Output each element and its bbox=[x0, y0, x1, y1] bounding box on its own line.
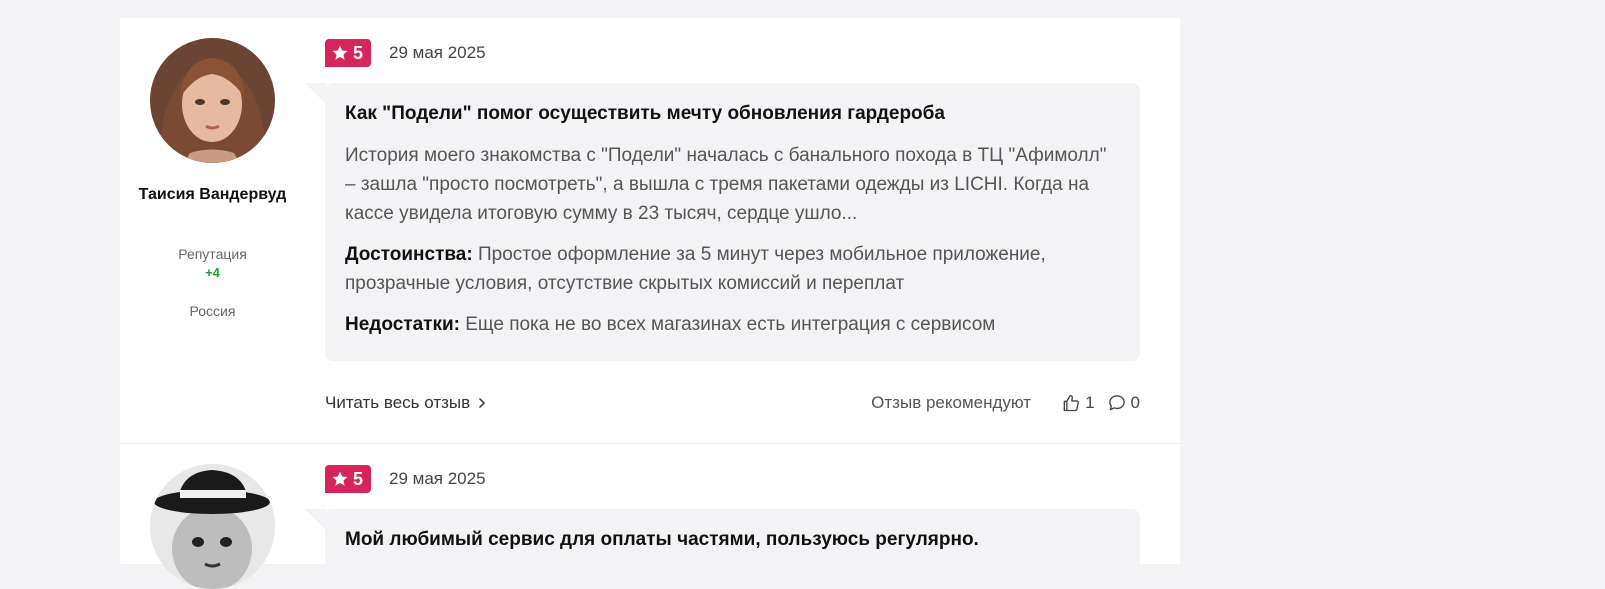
cons-label: Недостатки: bbox=[345, 314, 460, 335]
review-cons: Недостатки: Еще пока не во всех магазина… bbox=[345, 310, 1120, 339]
avatar[interactable] bbox=[150, 464, 275, 589]
rating-badge: 5 bbox=[325, 39, 372, 67]
review-date: 29 мая 2025 bbox=[389, 43, 486, 62]
review-card: 5 29 мая 2025 Мой любимый сервис для опл… bbox=[120, 444, 1180, 589]
review-body: Как "Подели" помог осуществить мечту обн… bbox=[305, 83, 1140, 361]
comment-count: 0 bbox=[1130, 393, 1140, 412]
review-card: Таисия Вандервуд Репутация +4 Россия 5 2… bbox=[120, 18, 1180, 444]
rating-value: 5 bbox=[353, 468, 364, 489]
reputation-label: Репутация bbox=[178, 246, 247, 262]
rating-badge: 5 bbox=[325, 465, 372, 493]
author-country: Россия bbox=[189, 303, 236, 319]
review-title[interactable]: Мой любимый сервис для оплаты частями, п… bbox=[345, 527, 1120, 553]
like-button[interactable]: 1 bbox=[1061, 393, 1095, 413]
review-title[interactable]: Как "Подели" помог осуществить мечту обн… bbox=[345, 101, 1120, 127]
rating-value: 5 bbox=[353, 42, 364, 63]
review-meta: 5 29 мая 2025 bbox=[325, 464, 486, 494]
chevron-right-icon bbox=[479, 398, 485, 408]
cons-text: Еще пока не во всех магазинах есть интег… bbox=[465, 314, 996, 335]
review-date: 29 мая 2025 bbox=[389, 469, 486, 488]
avatar-portrait-icon bbox=[150, 38, 275, 163]
thumb-up-icon bbox=[1063, 394, 1079, 412]
author-name[interactable]: Таисия Вандервуд bbox=[120, 184, 305, 205]
review-body: Мой любимый сервис для оплаты частями, п… bbox=[305, 509, 1140, 589]
avatar-portrait-icon bbox=[150, 464, 275, 589]
review-text: История моего знакомства с "Подели" нача… bbox=[345, 145, 1107, 224]
review-pros: Достоинства: Простое оформление за 5 мин… bbox=[345, 240, 1120, 298]
reviews-feed: Таисия Вандервуд Репутация +4 Россия 5 2… bbox=[120, 18, 1180, 589]
star-icon bbox=[332, 45, 348, 60]
pros-label: Достоинства: bbox=[345, 244, 473, 265]
review-actions: Читать весь отзыв Отзыв рекомендуют 1 0 bbox=[325, 390, 1140, 416]
review-meta: 5 29 мая 2025 bbox=[325, 38, 486, 68]
read-more-label: Читать весь отзыв bbox=[325, 393, 471, 412]
read-more-link[interactable]: Читать весь отзыв bbox=[325, 393, 488, 413]
like-count: 1 bbox=[1085, 393, 1095, 412]
reputation-value: +4 bbox=[205, 265, 220, 280]
comment-button[interactable]: 0 bbox=[1107, 393, 1140, 413]
avatar[interactable] bbox=[150, 38, 275, 163]
comment-icon bbox=[1108, 395, 1125, 411]
recommend-label: Отзыв рекомендуют bbox=[871, 393, 1032, 412]
star-icon bbox=[332, 471, 348, 486]
